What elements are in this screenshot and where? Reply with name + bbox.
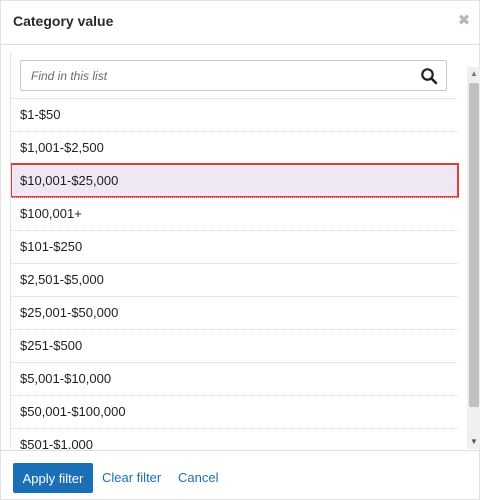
- list-item[interactable]: $5,001-$10,000: [11, 362, 458, 395]
- value-list-panel: $1-$50 $1,001-$2,500 $10,001-$25,000 $10…: [10, 53, 480, 449]
- list-item-label: $100,001+: [20, 206, 82, 221]
- list-item[interactable]: $50,001-$100,000: [11, 395, 458, 428]
- list-item[interactable]: $501-$1,000: [11, 428, 458, 449]
- close-icon[interactable]: ✖: [457, 13, 471, 29]
- search-input[interactable]: [31, 67, 411, 85]
- list-item[interactable]: $25,001-$50,000: [11, 296, 458, 329]
- search-icon[interactable]: [420, 67, 438, 85]
- dialog-footer: Apply filter Clear filter Cancel: [1, 450, 480, 500]
- scroll-down-arrow-icon[interactable]: ▼: [467, 435, 480, 449]
- dialog-header: Category value ✖: [1, 1, 480, 45]
- clear-filter-button[interactable]: Clear filter: [102, 470, 161, 485]
- scrollbar-thumb[interactable]: [469, 83, 479, 407]
- list-item-label: $1-$50: [20, 107, 61, 122]
- list-item-label: $101-$250: [20, 239, 83, 254]
- list-item[interactable]: $251-$500: [11, 329, 458, 362]
- value-list: $1-$50 $1,001-$2,500 $10,001-$25,000 $10…: [11, 98, 459, 449]
- search-box[interactable]: [20, 60, 447, 91]
- list-item-label: $25,001-$50,000: [20, 305, 119, 320]
- list-item-label: $501-$1,000: [20, 437, 94, 449]
- list-item[interactable]: $2,501-$5,000: [11, 263, 458, 296]
- list-item-label: $50,001-$100,000: [20, 404, 126, 419]
- list-item-label: $251-$500: [20, 338, 83, 353]
- dialog-title: Category value: [13, 13, 114, 29]
- list-item-label: $10,001-$25,000: [20, 173, 119, 188]
- apply-filter-button[interactable]: Apply filter: [13, 463, 93, 493]
- filter-dialog: Category value ✖ $1-$50 $1,001-$2,500 $1…: [0, 0, 480, 500]
- vertical-scrollbar[interactable]: ▲ ▼: [467, 67, 480, 449]
- list-item[interactable]: $101-$250: [11, 230, 458, 263]
- list-item-label: $1,001-$2,500: [20, 140, 104, 155]
- list-item-label: $5,001-$10,000: [20, 371, 112, 386]
- list-item[interactable]: $1,001-$2,500: [11, 131, 458, 164]
- scroll-up-arrow-icon[interactable]: ▲: [467, 67, 480, 81]
- cancel-button[interactable]: Cancel: [178, 470, 218, 485]
- list-item-selected[interactable]: $10,001-$25,000: [11, 163, 459, 198]
- list-item[interactable]: $100,001+: [11, 197, 458, 230]
- list-item[interactable]: $1-$50: [11, 98, 458, 131]
- list-item-label: $2,501-$5,000: [20, 272, 104, 287]
